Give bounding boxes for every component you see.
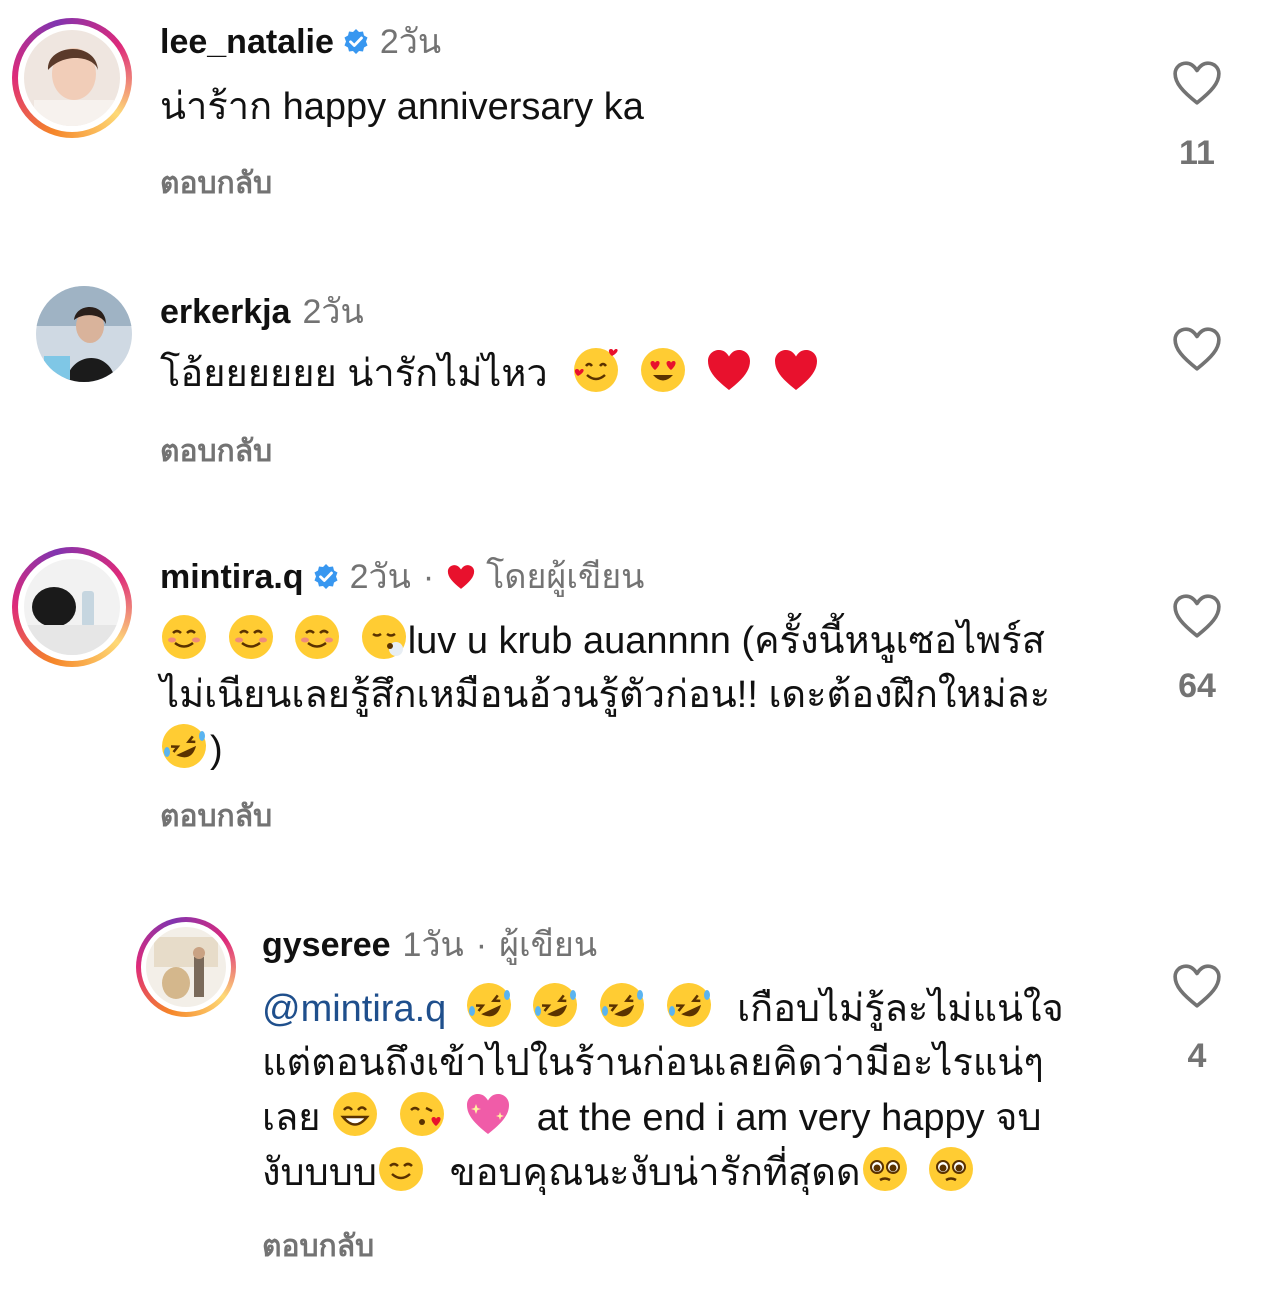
rolling-on-floor-laughing-icon — [160, 722, 208, 770]
avatar[interactable] — [24, 30, 120, 126]
smiling-face-with-smiling-eyes-icon — [377, 1145, 425, 1193]
liked-by-author-heart-icon — [448, 565, 475, 589]
mention-link[interactable]: @mintira.q — [262, 988, 446, 1030]
timestamp: 2วัน — [349, 558, 411, 596]
avatar[interactable] — [36, 286, 132, 382]
red-heart-icon — [705, 346, 753, 394]
verified-badge-icon — [342, 28, 370, 56]
username[interactable]: mintira.q — [160, 557, 304, 597]
face-exhaling-icon — [360, 613, 408, 661]
like-heart-icon[interactable] — [1172, 963, 1222, 1009]
smiling-face-icon — [227, 613, 275, 661]
comment-text-line3: ) — [210, 729, 223, 771]
like-count: 11 — [1179, 134, 1215, 172]
username[interactable]: erkerkja — [160, 292, 290, 332]
pleading-face-icon — [861, 1145, 909, 1193]
comment-mintira-q: mintira.q 2วัน · โดยผู้เขียน luv u krub … — [0, 535, 1280, 865]
comment-body: luv u krub auannnn (ครั้งนี้หนูเซอไพร์ส … — [160, 613, 1140, 777]
avatar[interactable] — [24, 559, 120, 655]
comment-body: @mintira.q เกือบไม่รู้ละไม่แน่ใจ แต่ตอนถ… — [262, 981, 1142, 1200]
verified-badge-icon — [312, 563, 340, 591]
face-blowing-kiss-icon — [398, 1090, 446, 1138]
comment-text-line3b: at the end i am very happy จบ — [536, 1097, 1042, 1139]
rolling-on-floor-laughing-icon — [531, 981, 579, 1029]
like-count: 64 — [1178, 667, 1216, 705]
reply-gyseree: gyseree 1วัน · ผู้เขียน @mintira.q เกือบ… — [0, 905, 1280, 1275]
rolling-on-floor-laughing-icon — [665, 981, 713, 1029]
comment-text-line2: แต่ตอนถึงเข้าไปในร้านก่อนเลยคิดว่ามีอะไร… — [262, 1042, 1044, 1084]
timestamp: 1วัน — [402, 926, 464, 964]
smiling-face-with-hearts-icon — [572, 346, 620, 394]
like-heart-icon[interactable] — [1172, 326, 1222, 372]
like-heart-icon[interactable] — [1172, 593, 1222, 639]
username[interactable]: gyseree — [262, 925, 391, 965]
separator: · — [475, 926, 488, 964]
smiling-face-icon — [293, 613, 341, 661]
username[interactable]: lee_natalie — [160, 22, 334, 62]
rolling-on-floor-laughing-icon — [465, 981, 513, 1029]
grinning-face-icon — [331, 1090, 379, 1138]
liked-by-author-label: โดยผู้เขียน — [486, 558, 645, 596]
sparkling-heart-icon — [464, 1090, 512, 1138]
comment-text: น่าร้าก happy anniversary ka — [160, 86, 644, 128]
comment-text-line1: เกือบไม่รู้ละไม่แน่ใจ — [737, 988, 1064, 1030]
comment-text-line3a: เลย — [262, 1097, 321, 1139]
like-count: 4 — [1187, 1037, 1207, 1075]
comment-text-line1: luv u krub auannnn (ครั้งนี้หนูเซอไพร์ส — [407, 620, 1045, 662]
comment-text-line4b: ขอบคุณนะงับน่ารักที่สุดด — [449, 1152, 861, 1194]
comment-text-line2: ไม่เนียนเลยรู้สึกเหมือนอ้วนรู้ตัวก่อน!! … — [160, 674, 1051, 716]
avatar[interactable] — [146, 927, 226, 1007]
author-label: ผู้เขียน — [499, 926, 598, 964]
smiling-face-icon — [160, 613, 208, 661]
comment-body: โอ้ยยยยยย น่ารักไม่ไหว — [160, 346, 828, 401]
comment-text-line4a: งับบบบ — [262, 1152, 378, 1194]
timestamp: 2วัน — [302, 293, 364, 331]
timestamp: 2วัน — [379, 23, 442, 61]
comment-erkerkja: erkerkja 2วัน โอ้ยยยยยย น่ารักไม่ไหว ตอบ… — [0, 270, 1280, 490]
separator: · — [422, 558, 435, 596]
reply-button[interactable]: ตอบกลับ — [160, 793, 272, 840]
red-heart-icon — [772, 346, 820, 394]
rolling-on-floor-laughing-icon — [598, 981, 646, 1029]
reply-button[interactable]: ตอบกลับ — [160, 160, 272, 207]
comment-text: โอ้ยยยยยย น่ารักไม่ไหว — [160, 353, 548, 395]
pleading-face-icon — [927, 1145, 975, 1193]
comment-lee-natalie: lee_natalie 2วัน น่าร้าก happy anniversa… — [0, 0, 1280, 250]
like-heart-icon[interactable] — [1172, 60, 1222, 106]
reply-button[interactable]: ตอบกลับ — [262, 1223, 374, 1270]
reply-button[interactable]: ตอบกลับ — [160, 428, 272, 475]
heart-eyes-icon — [639, 346, 687, 394]
